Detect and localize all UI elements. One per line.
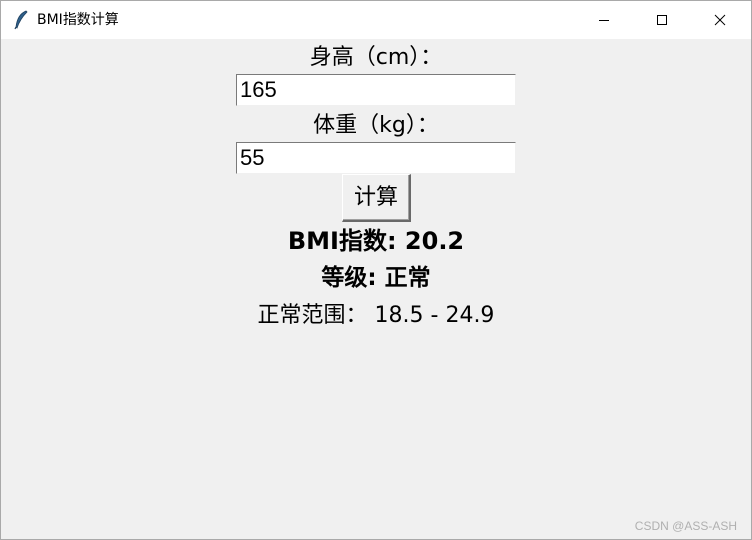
level-result: 等级: 正常 xyxy=(321,265,431,291)
app-window: BMI指数计算 身高（cm）： 165 体重（kg）： 55 计算 BMI指数:… xyxy=(0,0,752,540)
weight-label: 体重（kg）： xyxy=(313,113,439,138)
window-title: BMI指数计算 xyxy=(37,12,119,28)
normal-range-text: 正常范围： 18.5 - 24.9 xyxy=(257,303,495,328)
close-button[interactable] xyxy=(691,1,749,39)
weight-input[interactable]: 55 xyxy=(236,142,516,174)
title-bar[interactable]: BMI指数计算 xyxy=(1,1,751,39)
feather-icon xyxy=(13,10,29,30)
minimize-button[interactable] xyxy=(575,1,633,39)
close-icon xyxy=(714,14,726,26)
client-area: 身高（cm）： 165 体重（kg）： 55 计算 BMI指数: 20.2 等级… xyxy=(1,39,751,539)
maximize-button[interactable] xyxy=(633,1,691,39)
calculate-button[interactable]: 计算 xyxy=(342,174,411,222)
bmi-result: BMI指数: 20.2 xyxy=(287,227,465,255)
watermark: CSDN @ASS-ASH xyxy=(634,519,737,533)
height-label: 身高（cm）： xyxy=(309,45,443,70)
maximize-icon xyxy=(656,14,668,26)
height-input[interactable]: 165 xyxy=(236,74,516,106)
minimize-icon xyxy=(598,14,610,26)
